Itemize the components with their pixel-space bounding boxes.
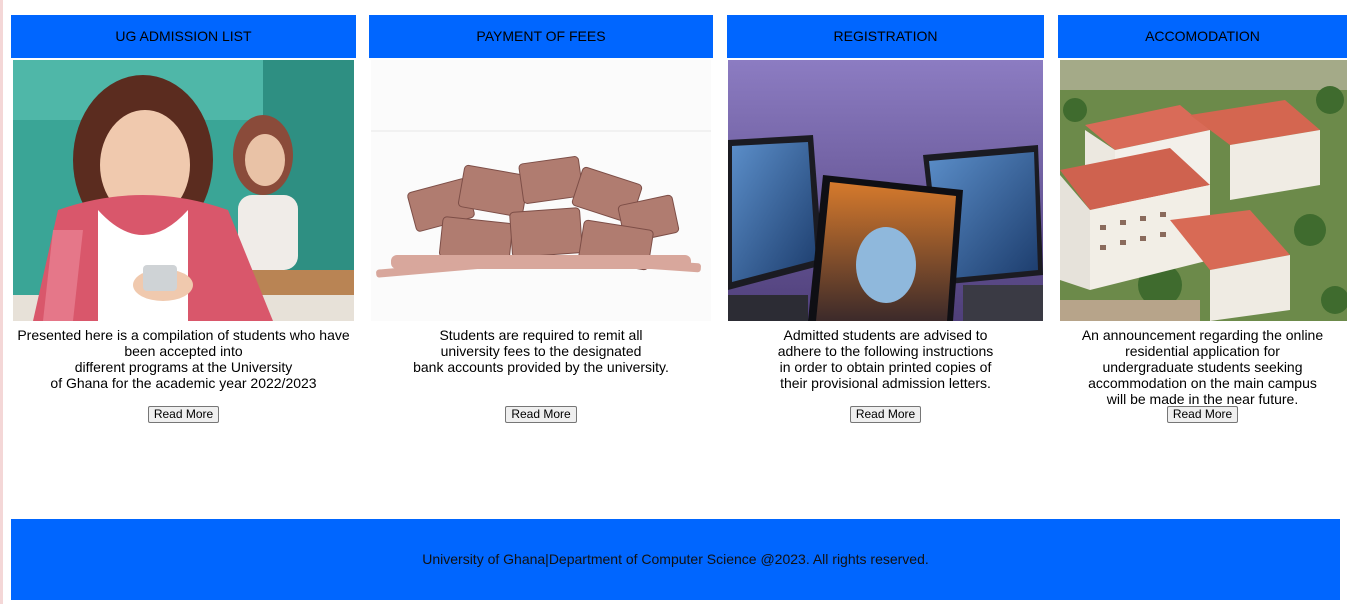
page: UG ADMISSION LIST Presented here is a co… (0, 0, 1349, 604)
laptops-image (728, 60, 1043, 321)
card-accommodation: ACCOMODATION An announcement regarding t… (1058, 15, 1347, 435)
cedi-banknotes-image (371, 60, 711, 321)
read-more-button[interactable]: Read More (147, 406, 220, 423)
card-description: Students are required to remit all unive… (413, 327, 669, 375)
read-more-button[interactable]: Read More (1166, 406, 1239, 423)
button-row: Read More (1058, 405, 1347, 423)
card-title: PAYMENT OF FEES (369, 15, 713, 58)
button-row: Read More (727, 405, 1044, 423)
button-row: Read More (11, 405, 356, 423)
read-more-button[interactable]: Read More (849, 406, 922, 423)
card-admission-list: UG ADMISSION LIST Presented here is a co… (11, 15, 356, 435)
campus-hostels-image (1060, 60, 1347, 321)
card-title: REGISTRATION (727, 15, 1044, 58)
card-title: ACCOMODATION (1058, 15, 1347, 58)
student-with-phone-image (13, 60, 354, 321)
footer: University of Ghana|Department of Comput… (11, 519, 1340, 600)
card-payment-of-fees: PAYMENT OF FEES Students are required to… (369, 15, 713, 435)
button-row: Read More (369, 405, 713, 423)
card-registration: REGISTRATION Admitted students are advis… (727, 15, 1044, 435)
footer-copyright-text: University of Ghana|Department of Comput… (422, 551, 929, 567)
card-description: Admitted students are advised to adhere … (777, 327, 994, 391)
card-description: An announcement regarding the online res… (1081, 327, 1324, 407)
card-title: UG ADMISSION LIST (11, 15, 356, 58)
read-more-button[interactable]: Read More (505, 406, 577, 423)
card-description: Presented here is a compilation of stude… (17, 327, 350, 391)
